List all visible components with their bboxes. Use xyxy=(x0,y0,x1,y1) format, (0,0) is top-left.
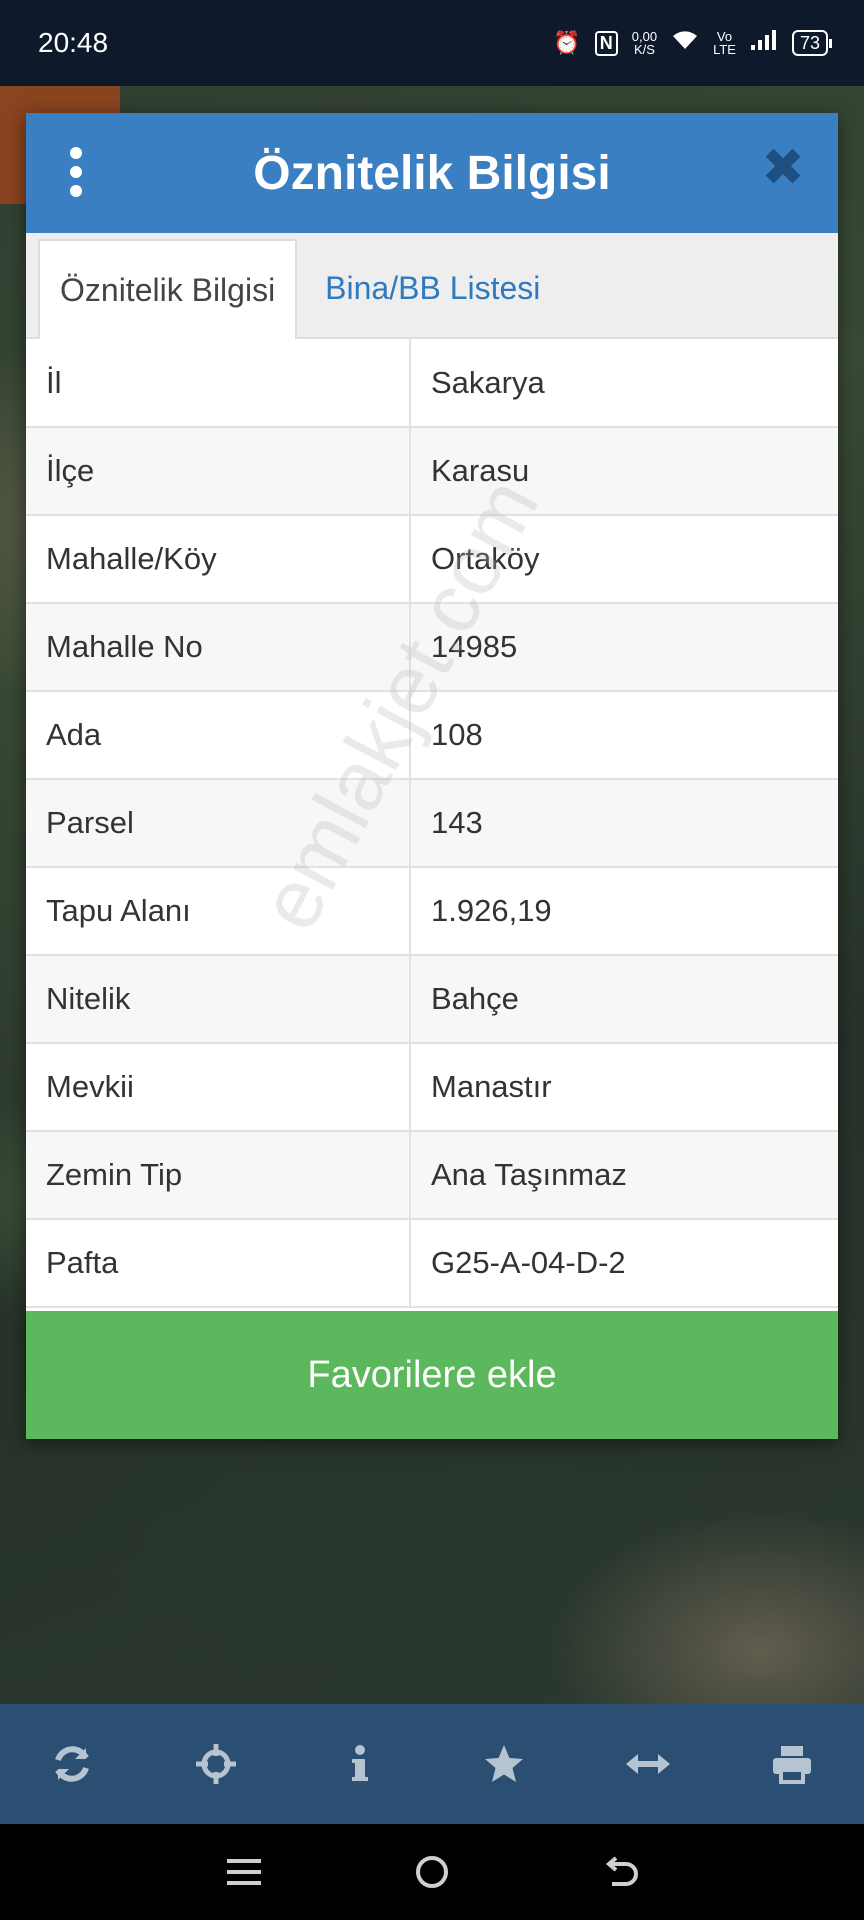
table-row: Mahalle/Köy Ortaköy xyxy=(26,515,838,604)
attr-value: Ortaköy xyxy=(410,515,838,604)
table-row: Tapu Alanı 1.926,19 xyxy=(26,867,838,956)
attr-key: Tapu Alanı xyxy=(26,867,411,956)
attr-key: Pafta xyxy=(26,1219,411,1308)
crosshair-icon[interactable] xyxy=(186,1734,246,1794)
printer-icon[interactable] xyxy=(762,1734,822,1794)
attr-key: İl xyxy=(26,339,411,428)
net-speed-unit: K/S xyxy=(633,42,655,57)
tab-attribute-info[interactable]: Öznitelik Bilgisi xyxy=(38,239,298,339)
table-row: İlçe Karasu xyxy=(26,427,838,516)
table-row: Pafta G25-A-04-D-2 xyxy=(26,1219,838,1308)
attr-value: Manastır xyxy=(410,1043,838,1132)
table-row: Nitelik Bahçe xyxy=(26,955,838,1044)
wifi-icon xyxy=(671,29,699,57)
attr-value: 14985 xyxy=(410,603,838,692)
more-vertical-icon[interactable] xyxy=(66,147,86,197)
signal-icon xyxy=(750,29,778,57)
star-icon[interactable] xyxy=(474,1734,534,1794)
attr-value: Ana Taşınmaz xyxy=(410,1131,838,1220)
back-icon[interactable] xyxy=(590,1842,650,1902)
attribute-table: İl Sakarya İlçe Karasu Mahalle/Köy Ortak… xyxy=(26,339,838,1308)
add-to-favorites-button[interactable]: Favorilere ekle xyxy=(26,1311,838,1439)
table-row: Mahalle No 14985 xyxy=(26,603,838,692)
attr-value: 108 xyxy=(410,691,838,780)
menu-icon[interactable] xyxy=(214,1842,274,1902)
status-icons: ⏰ N 0,00 K/S Vo LTE 73 xyxy=(553,29,833,57)
attr-key: Mahalle No xyxy=(26,603,411,692)
table-row: Ada 108 xyxy=(26,691,838,780)
attribute-dialog: Öznitelik Bilgisi ✖ Öznitelik Bilgisi Bi… xyxy=(26,113,838,1439)
arrows-horizontal-icon[interactable] xyxy=(618,1734,678,1794)
attr-key: İlçe xyxy=(26,427,411,516)
attr-value: 1.926,19 xyxy=(410,867,838,956)
close-icon[interactable]: ✖ xyxy=(758,142,808,194)
attr-key: Parsel xyxy=(26,779,411,868)
info-icon[interactable] xyxy=(330,1734,390,1794)
attr-value: Sakarya xyxy=(410,339,838,428)
table-row: Parsel 143 xyxy=(26,779,838,868)
attr-value: 143 xyxy=(410,779,838,868)
attr-key: Nitelik xyxy=(26,955,411,1044)
home-icon[interactable] xyxy=(402,1842,462,1902)
volte-bottom: LTE xyxy=(713,42,736,57)
attr-key: Ada xyxy=(26,691,411,780)
volte-indicator: Vo LTE xyxy=(713,30,736,56)
dialog-title: Öznitelik Bilgisi xyxy=(253,146,611,200)
attr-value: G25-A-04-D-2 xyxy=(410,1219,838,1308)
table-row: Mevkii Manastır xyxy=(26,1043,838,1132)
table-row: İl Sakarya xyxy=(26,339,838,428)
battery-icon: 73 xyxy=(791,30,833,56)
status-bar: 20:48 ⏰ N 0,00 K/S Vo LTE 73 xyxy=(0,0,864,86)
tab-building-list[interactable]: Bina/BB Listesi xyxy=(297,239,560,337)
map-toolbar xyxy=(0,1704,864,1824)
alarm-icon: ⏰ xyxy=(553,30,581,55)
net-speed: 0,00 K/S xyxy=(632,30,657,56)
attr-key: Mevkii xyxy=(26,1043,411,1132)
table-row: Zemin Tip Ana Taşınmaz xyxy=(26,1131,838,1220)
attr-value: Bahçe xyxy=(410,955,838,1044)
nfc-icon: N xyxy=(594,30,618,56)
refresh-icon[interactable] xyxy=(42,1734,102,1794)
tab-bar: Öznitelik Bilgisi Bina/BB Listesi xyxy=(26,233,838,339)
system-nav-bar xyxy=(0,1824,864,1920)
dialog-header: Öznitelik Bilgisi ✖ xyxy=(26,113,838,233)
status-time: 20:48 xyxy=(38,27,109,58)
attr-value: Karasu xyxy=(410,427,838,516)
attr-key: Zemin Tip xyxy=(26,1131,411,1220)
attr-key: Mahalle/Köy xyxy=(26,515,411,604)
